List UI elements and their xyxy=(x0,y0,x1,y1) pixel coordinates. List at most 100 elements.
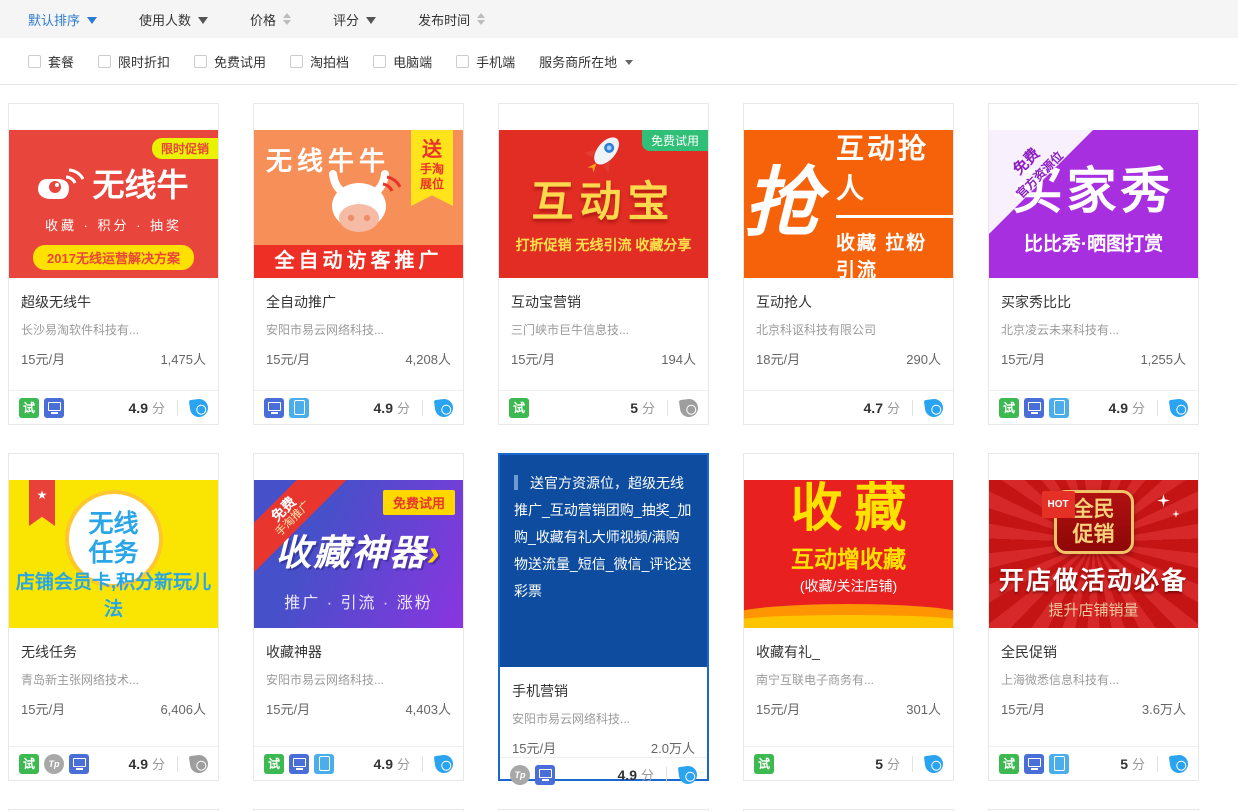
product-title[interactable]: 收藏神器 xyxy=(266,642,451,662)
promo-badge: 限时促销 xyxy=(152,138,218,159)
price: 15元/月 xyxy=(21,699,65,718)
user-count: 1,475人 xyxy=(160,349,206,368)
sort-default[interactable]: 默认排序 xyxy=(28,10,97,29)
pc-icon xyxy=(1024,398,1044,418)
platform-icons: 试 xyxy=(754,754,774,774)
wangwang-icon[interactable] xyxy=(678,764,698,784)
sort-bar: 默认排序 使用人数 价格 评分 发布时间 xyxy=(0,0,1238,38)
product-title[interactable]: 手机营销 xyxy=(512,681,695,701)
filter-package[interactable]: 套餐 xyxy=(28,52,74,71)
platform-icons: 试 xyxy=(19,398,64,418)
product-title[interactable]: 无线任务 xyxy=(21,642,206,662)
filter-mobile[interactable]: 手机端 xyxy=(456,52,515,71)
product-card[interactable]: 免费试用 互动宝 打折促销 无线引流 收藏分享 互动宝营销 三门峡市巨牛信息技.… xyxy=(498,103,709,425)
company-name: 北京凌云未来科技有... xyxy=(1001,321,1186,338)
product-banner[interactable]: 免费试用 互动宝 打折促销 无线引流 收藏分享 xyxy=(499,130,708,278)
product-description-overlay[interactable]: 送官方资源位，超级无线推广_互动营销团购_抽奖_加购_收藏有礼大师视频/满购物送… xyxy=(500,455,707,667)
user-count: 1,255人 xyxy=(1140,349,1186,368)
chevron-down-icon xyxy=(625,60,633,65)
checkbox[interactable] xyxy=(98,55,111,68)
pc-icon xyxy=(44,398,64,418)
rating-value: 4.9 xyxy=(374,756,393,772)
pc-icon xyxy=(289,754,309,774)
wangwang-icon[interactable] xyxy=(189,397,209,417)
rating-value: 4.9 xyxy=(618,767,637,783)
product-title[interactable]: 收藏有礼_ xyxy=(756,642,941,662)
filter-pc[interactable]: 电脑端 xyxy=(373,52,432,71)
product-banner[interactable]: 无线牛牛 送 手淘展位 全自动访客推广 xyxy=(254,130,463,278)
rating: 4.9分 xyxy=(129,398,165,417)
product-card[interactable]: 免费 手淘推广 免费试用 收藏神器› 推广 · 引流 · 涨粉 收藏神器 安阳市… xyxy=(253,453,464,781)
product-title[interactable]: 全民促销 xyxy=(1001,642,1186,662)
product-banner[interactable]: 免费 手淘推广 免费试用 收藏神器› 推广 · 引流 · 涨粉 xyxy=(254,480,463,628)
user-count: 194人 xyxy=(661,349,696,368)
filter-limited-discount[interactable]: 限时折扣 xyxy=(98,52,170,71)
product-title[interactable]: 买家秀比比 xyxy=(1001,292,1186,312)
trial-icon: 试 xyxy=(19,754,39,774)
rating-value: 4.9 xyxy=(374,400,393,416)
rating: 4.9分 xyxy=(129,754,165,773)
product-banner[interactable]: 限时促销 无线牛 收藏 · 积分 · 抽奖 2017无线运营解决方案 xyxy=(9,130,218,278)
product-card[interactable]: 收藏 互动增收藏 (收藏/关注店铺) 收藏有礼_ 南宁互联电子商务有... 15… xyxy=(743,453,954,781)
platform-icons: 试 xyxy=(509,398,529,418)
price: 15元/月 xyxy=(512,738,556,757)
product-title[interactable]: 超级无线牛 xyxy=(21,292,206,312)
wangwang-icon[interactable] xyxy=(924,753,944,773)
price: 15元/月 xyxy=(1001,349,1045,368)
rating-value: 5 xyxy=(875,756,883,772)
checkbox[interactable] xyxy=(28,55,41,68)
platform-icons xyxy=(264,398,309,418)
sort-down-icon xyxy=(198,17,208,24)
wangwang-icon[interactable] xyxy=(434,753,454,773)
quanmin-badge: HOT 全民 促销 xyxy=(1054,490,1134,554)
product-card[interactable]: 无线牛牛 送 手淘展位 全自动访客推广 全自动推广 安阳市易云网络科技... 1… xyxy=(253,103,464,425)
wangwang-icon[interactable] xyxy=(924,397,944,417)
filter-taopaidang[interactable]: 淘拍档 xyxy=(290,52,349,71)
product-title[interactable]: 互动抢人 xyxy=(756,292,941,312)
sort-user-count[interactable]: 使用人数 xyxy=(139,10,208,29)
product-banner[interactable]: 抢 互动抢人 收藏 拉粉 引流 xyxy=(744,130,953,278)
sort-rating[interactable]: 评分 xyxy=(333,10,376,29)
filter-free-trial[interactable]: 免费试用 xyxy=(194,52,266,71)
sort-down-icon xyxy=(366,17,376,24)
rating: 4.9分 xyxy=(618,765,654,784)
sort-price[interactable]: 价格 xyxy=(250,10,291,29)
wangwang-icon[interactable] xyxy=(189,753,209,773)
provider-location-dropdown[interactable]: 服务商所在地 xyxy=(539,52,633,71)
quote-bar xyxy=(514,475,518,490)
user-count: 3.6万人 xyxy=(1142,699,1186,718)
product-banner[interactable]: 收藏 互动增收藏 (收藏/关注店铺) xyxy=(744,480,953,628)
rating-value: 4.9 xyxy=(1109,400,1128,416)
checkbox[interactable] xyxy=(373,55,386,68)
product-card[interactable]: 免费 官方资源位 买家秀 比比秀·晒图打赏 买家秀比比 北京凌云未来科技有...… xyxy=(988,103,1199,425)
company-name: 安阳市易云网络科技... xyxy=(266,671,451,688)
user-count: 4,208人 xyxy=(405,349,451,368)
wangwang-icon[interactable] xyxy=(679,397,699,417)
checkbox[interactable] xyxy=(456,55,469,68)
wangwang-icon[interactable] xyxy=(434,397,454,417)
product-card[interactable]: HOT 全民 促销 开店做活动必备 提升店铺销量 全民促销 上海微悉信息科技有.… xyxy=(988,453,1199,781)
trial-icon: 试 xyxy=(999,398,1019,418)
rating-value: 5 xyxy=(630,400,638,416)
price: 18元/月 xyxy=(756,349,800,368)
product-banner[interactable]: HOT 全民 促销 开店做活动必备 提升店铺销量 xyxy=(989,480,1198,628)
product-banner[interactable]: 免费 官方资源位 买家秀 比比秀·晒图打赏 xyxy=(989,130,1198,278)
wangwang-icon[interactable] xyxy=(1169,753,1189,773)
product-title[interactable]: 全自动推广 xyxy=(266,292,451,312)
product-card-selected[interactable]: 送官方资源位，超级无线推广_互动营销团购_抽奖_加购_收藏有礼大师视频/满购物送… xyxy=(498,453,709,781)
checkbox[interactable] xyxy=(290,55,303,68)
wangwang-icon[interactable] xyxy=(1169,397,1189,417)
product-card[interactable]: 抢 互动抢人 收藏 拉粉 引流 互动抢人 北京科讴科技有限公司 18元/月 29… xyxy=(743,103,954,425)
trial-icon: 试 xyxy=(754,754,774,774)
rating: 5分 xyxy=(1120,754,1145,773)
product-card[interactable]: ★ 无线 任务 店铺会员卡,积分新玩儿法 无线任务 青岛新主张网络技术... 1… xyxy=(8,453,219,781)
rating: 5分 xyxy=(630,398,655,417)
sort-publish-time[interactable]: 发布时间 xyxy=(418,10,485,29)
price: 15元/月 xyxy=(1001,699,1045,718)
cow-icon xyxy=(317,170,401,236)
product-banner[interactable]: ★ 无线 任务 店铺会员卡,积分新玩儿法 xyxy=(9,480,218,628)
product-title[interactable]: 互动宝营销 xyxy=(511,292,696,312)
checkbox[interactable] xyxy=(194,55,207,68)
platform-icons: Tp xyxy=(510,765,555,785)
product-card[interactable]: 限时促销 无线牛 收藏 · 积分 · 抽奖 2017无线运营解决方案 超级无线牛… xyxy=(8,103,219,425)
